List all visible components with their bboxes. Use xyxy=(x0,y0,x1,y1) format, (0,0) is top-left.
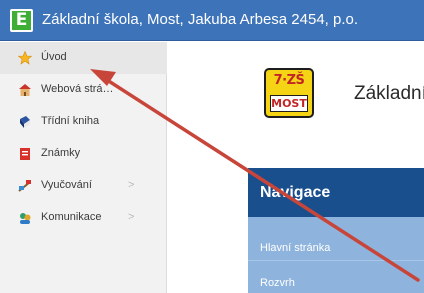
sidebar-item-webova-stranka[interactable]: Webová strá… xyxy=(0,74,167,106)
link-hlavni-stranka[interactable]: Hlavní stránka xyxy=(260,242,330,254)
link-rozvrh[interactable]: Rozvrh xyxy=(260,277,295,289)
divider xyxy=(248,260,424,261)
school-heading: Základní xyxy=(354,83,424,104)
school-icon xyxy=(18,83,32,97)
sidebar-item-label: Známky xyxy=(41,147,81,159)
sidebar-item-label: Webová strá… xyxy=(41,83,114,95)
sidebar-item-znamky[interactable]: Známky xyxy=(0,138,167,170)
chevron-right-icon: > xyxy=(128,179,135,191)
sidebar-item-tridni-kniha[interactable]: Třídní kniha xyxy=(0,106,167,138)
school-logo-text: MOST xyxy=(270,95,308,112)
sidebar-item-komunikace[interactable]: Komunikace > xyxy=(0,202,167,234)
star-icon xyxy=(17,50,33,65)
sidebar: Úvod Webová strá… Třídní kniha Známky Vy… xyxy=(0,42,167,293)
people-icon xyxy=(18,211,32,225)
app-logo[interactable]: E xyxy=(10,9,33,32)
sidebar-item-label: Třídní kniha xyxy=(41,115,100,127)
app-title: Základní škola, Most, Jakuba Arbesa 2454… xyxy=(42,11,359,28)
grades-icon xyxy=(18,147,32,161)
top-bar: E Základní škola, Most, Jakuba Arbesa 24… xyxy=(0,0,424,41)
school-logo-text: 7·ZŠ xyxy=(273,73,305,88)
chevron-right-icon: > xyxy=(128,211,135,223)
navigation-panel-header: Navigace xyxy=(248,168,424,217)
sidebar-item-label: Vyučování xyxy=(41,179,92,191)
navigation-panel: Navigace Hlavní stránka Rozvrh xyxy=(248,168,424,293)
sidebar-item-vyucovani[interactable]: Vyučování > xyxy=(0,170,167,202)
sidebar-item-label: Úvod xyxy=(41,51,67,63)
sidebar-item-uvod[interactable]: Úvod xyxy=(0,42,167,74)
sidebar-item-label: Komunikace xyxy=(41,211,102,223)
book-icon xyxy=(18,115,32,129)
navigation-panel-title: Navigace xyxy=(260,184,331,201)
school-logo: 7·ZŠ MOST xyxy=(264,68,314,118)
teaching-icon xyxy=(18,179,32,193)
